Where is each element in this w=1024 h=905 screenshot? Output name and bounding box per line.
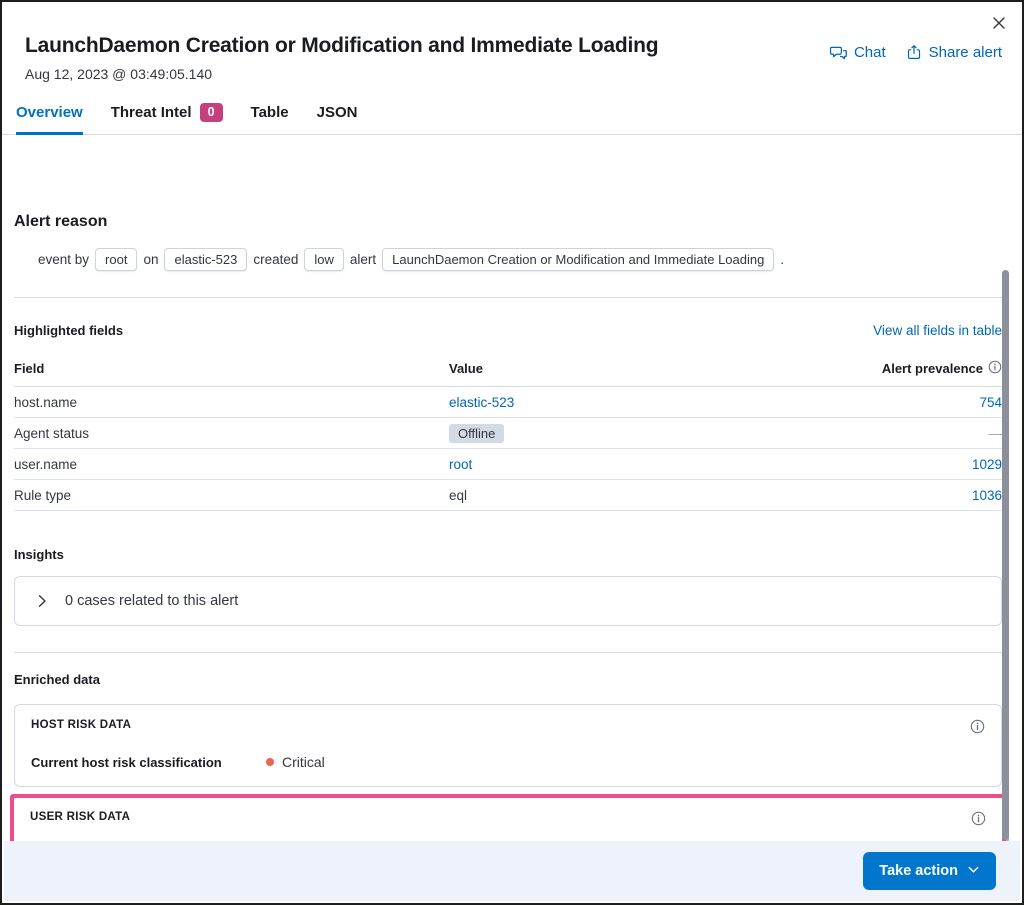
alert-timestamp: Aug 12, 2023 @ 03:49:05.140 bbox=[25, 66, 998, 82]
reason-word: created bbox=[253, 252, 298, 267]
related-cases-accordion[interactable]: 0 cases related to this alert bbox=[14, 576, 1002, 626]
user-name-chip[interactable]: root bbox=[95, 248, 137, 271]
section-divider bbox=[14, 297, 1002, 298]
threat-intel-count-badge: 0 bbox=[200, 103, 223, 122]
alert-reason-text: event by root on elastic-523 created low… bbox=[14, 248, 1002, 271]
tab-threat-intel-label: Threat Intel bbox=[111, 104, 192, 121]
chevron-down-icon bbox=[967, 863, 980, 880]
field-cell: host.name bbox=[14, 387, 449, 418]
prevalence-empty: — bbox=[989, 426, 1003, 441]
reason-word: alert bbox=[350, 252, 376, 267]
tab-overview[interactable]: Overview bbox=[16, 99, 83, 134]
chat-label: Chat bbox=[854, 44, 886, 61]
alert-details-flyout: LaunchDaemon Creation or Modification an… bbox=[0, 0, 1024, 905]
reason-word: . bbox=[780, 252, 784, 267]
prevalence-value[interactable]: 1036 bbox=[972, 488, 1002, 503]
column-header-field: Field bbox=[14, 354, 449, 387]
tab-threat-intel[interactable]: Threat Intel 0 bbox=[111, 99, 223, 134]
rule-name-chip[interactable]: LaunchDaemon Creation or Modification an… bbox=[382, 248, 774, 271]
highlighted-fields-table: Field Value Alert prevalence host.name bbox=[14, 354, 1002, 511]
table-row: Rule type eql 1036 bbox=[14, 480, 1002, 511]
user-risk-title: USER RISK DATA bbox=[30, 811, 130, 823]
view-all-fields-link[interactable]: View all fields in table bbox=[873, 323, 1002, 338]
table-row: Agent status Offline — bbox=[14, 418, 1002, 449]
prevalence-header-label: Alert prevalence bbox=[882, 361, 983, 376]
close-icon[interactable] bbox=[989, 13, 1009, 33]
info-icon[interactable] bbox=[971, 811, 986, 831]
host-risk-title: HOST RISK DATA bbox=[31, 719, 131, 731]
user-name-value-link[interactable]: root bbox=[449, 457, 472, 472]
insights-heading: Insights bbox=[14, 547, 1002, 562]
vertical-scrollbar[interactable] bbox=[1002, 270, 1009, 840]
host-name-chip[interactable]: elastic-523 bbox=[164, 248, 247, 271]
take-action-button[interactable]: Take action bbox=[863, 852, 996, 890]
alert-reason-heading: Alert reason bbox=[14, 213, 1002, 231]
prevalence-value[interactable]: 754 bbox=[979, 395, 1002, 410]
tab-overview-label: Overview bbox=[16, 104, 83, 121]
agent-status-badge: Offline bbox=[449, 424, 504, 443]
share-icon bbox=[906, 44, 922, 61]
table-row: user.name root 1029 bbox=[14, 449, 1002, 480]
tab-json[interactable]: JSON bbox=[317, 99, 358, 134]
flyout-tabs: Overview Threat Intel 0 Table JSON bbox=[2, 99, 1022, 135]
chevron-right-icon bbox=[34, 593, 50, 609]
tab-json-label: JSON bbox=[317, 104, 358, 121]
column-header-prevalence: Alert prevalence bbox=[872, 354, 1002, 387]
reason-word: on bbox=[143, 252, 158, 267]
host-risk-data-panel: HOST RISK DATA Current host risk classif… bbox=[14, 704, 1002, 787]
chat-button[interactable]: Chat bbox=[830, 44, 886, 61]
prevalence-value[interactable]: 1029 bbox=[972, 457, 1002, 472]
reason-word: event by bbox=[38, 252, 89, 267]
info-icon[interactable] bbox=[970, 719, 985, 739]
header-actions: Chat Share alert bbox=[830, 44, 1002, 61]
share-alert-label: Share alert bbox=[929, 44, 1002, 61]
flyout-footer: Take action bbox=[4, 841, 1020, 901]
chat-icon bbox=[830, 44, 847, 61]
table-row: host.name elastic-523 754 bbox=[14, 387, 1002, 418]
section-divider bbox=[14, 652, 1002, 653]
field-cell: Agent status bbox=[14, 418, 449, 449]
tab-table[interactable]: Table bbox=[251, 99, 289, 134]
take-action-label: Take action bbox=[879, 863, 958, 879]
enriched-data-heading: Enriched data bbox=[14, 672, 1002, 687]
host-risk-label: Current host risk classification bbox=[31, 755, 266, 770]
column-header-value: Value bbox=[449, 354, 872, 387]
flyout-header: LaunchDaemon Creation or Modification an… bbox=[2, 2, 1022, 82]
rule-type-value: eql bbox=[449, 488, 467, 503]
share-alert-button[interactable]: Share alert bbox=[906, 44, 1002, 61]
severity-chip[interactable]: low bbox=[304, 248, 344, 271]
related-cases-label: 0 cases related to this alert bbox=[65, 593, 238, 609]
info-icon[interactable] bbox=[988, 360, 1002, 377]
host-risk-value: Critical bbox=[282, 754, 325, 770]
tab-table-label: Table bbox=[251, 104, 289, 121]
field-cell: user.name bbox=[14, 449, 449, 480]
host-name-value-link[interactable]: elastic-523 bbox=[449, 395, 514, 410]
critical-risk-dot bbox=[266, 758, 274, 766]
overview-tab-content: Alert reason event by root on elastic-52… bbox=[2, 213, 1022, 881]
field-cell: Rule type bbox=[14, 480, 449, 511]
highlighted-fields-heading: Highlighted fields bbox=[14, 323, 123, 338]
